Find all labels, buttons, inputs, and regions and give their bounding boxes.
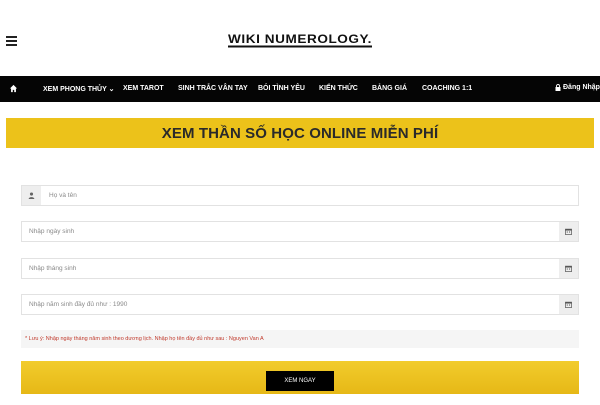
site-logo[interactable]: WIKI NUMEROLOGY. <box>226 30 374 50</box>
birth-month-field[interactable]: Nhập tháng sinh <box>21 258 579 279</box>
birth-year-field[interactable]: Nhập năm sinh đầy đủ như : 1990 <box>21 294 579 315</box>
nav-item-tinh-yeu[interactable]: BÓI TÌNH YÊU <box>258 85 305 92</box>
form-note: * Lưu ý: Nhập ngày tháng năm sinh theo d… <box>21 330 579 348</box>
nav-item-tarot[interactable]: XEM TAROT <box>123 85 164 92</box>
submit-button[interactable]: XEM NGAY <box>266 371 334 391</box>
submit-bar: XEM NGAY <box>21 361 579 394</box>
calendar-icon <box>559 222 578 241</box>
nav-item-van-tay[interactable]: SINH TRẮC VÂN TAY <box>178 85 248 92</box>
birth-year-placeholder: Nhập năm sinh đầy đủ như : 1990 <box>29 301 128 308</box>
page-title: XEM THẦN SỐ HỌC ONLINE MIỄN PHÍ <box>161 124 439 142</box>
menu-icon[interactable] <box>6 36 17 46</box>
nav-item-bang-gia[interactable]: BẢNG GIÁ <box>372 85 407 92</box>
home-icon[interactable] <box>9 84 18 93</box>
nav-item-phong-thuy[interactable]: XEM PHONG THỦY ⌄ <box>43 85 114 93</box>
birth-month-placeholder: Nhập tháng sinh <box>29 265 77 272</box>
header: WIKI NUMEROLOGY. <box>0 0 600 76</box>
birth-day-placeholder: Nhập ngày sinh <box>29 228 75 235</box>
nav-item-coaching[interactable]: COACHING 1:1 <box>422 85 472 92</box>
name-field[interactable]: Họ và tên <box>21 185 579 206</box>
calendar-icon <box>559 259 578 278</box>
logo-text: WIKI NUMEROLOGY. <box>228 32 372 46</box>
calendar-icon <box>559 295 578 314</box>
login-link[interactable]: Đăng Nhập <box>555 84 600 91</box>
user-icon <box>22 186 41 205</box>
birth-day-field[interactable]: Nhập ngày sinh <box>21 221 579 242</box>
name-placeholder: Họ và tên <box>49 192 77 199</box>
lock-icon <box>555 84 561 91</box>
nav-item-kien-thuc[interactable]: KIẾN THỨC <box>319 85 358 92</box>
page-banner: XEM THẦN SỐ HỌC ONLINE MIỄN PHÍ <box>6 118 594 148</box>
login-label: Đăng Nhập <box>563 84 600 91</box>
main-nav: XEM PHONG THỦY ⌄ XEM TAROT SINH TRẮC VÂN… <box>0 76 600 102</box>
